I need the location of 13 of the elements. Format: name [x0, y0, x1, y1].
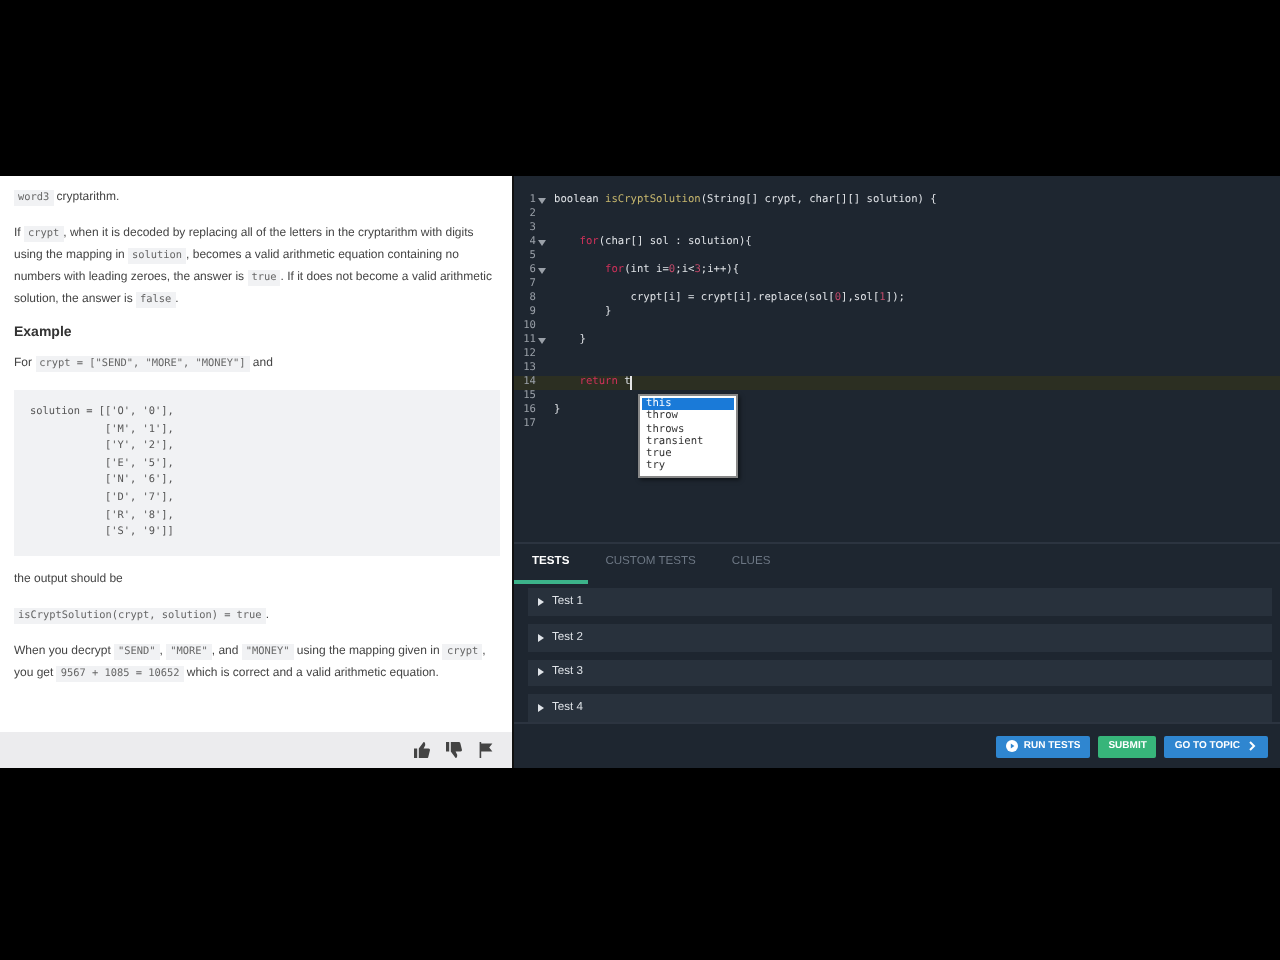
- expand-icon: [538, 704, 544, 713]
- expand-icon: [538, 597, 544, 606]
- thumbs-up-icon[interactable]: [414, 742, 430, 758]
- expand-icon: [538, 668, 544, 677]
- flag-icon[interactable]: [478, 742, 494, 758]
- fold-icon[interactable]: [537, 240, 545, 246]
- expand-icon: [538, 633, 544, 642]
- chevron-right-icon: [1246, 740, 1258, 752]
- fold-icon[interactable]: [537, 198, 545, 204]
- thumbs-down-icon[interactable]: [446, 742, 462, 758]
- fold-icon[interactable]: [537, 338, 545, 344]
- fold-icon[interactable]: [537, 268, 545, 274]
- play-icon: [1005, 740, 1018, 752]
